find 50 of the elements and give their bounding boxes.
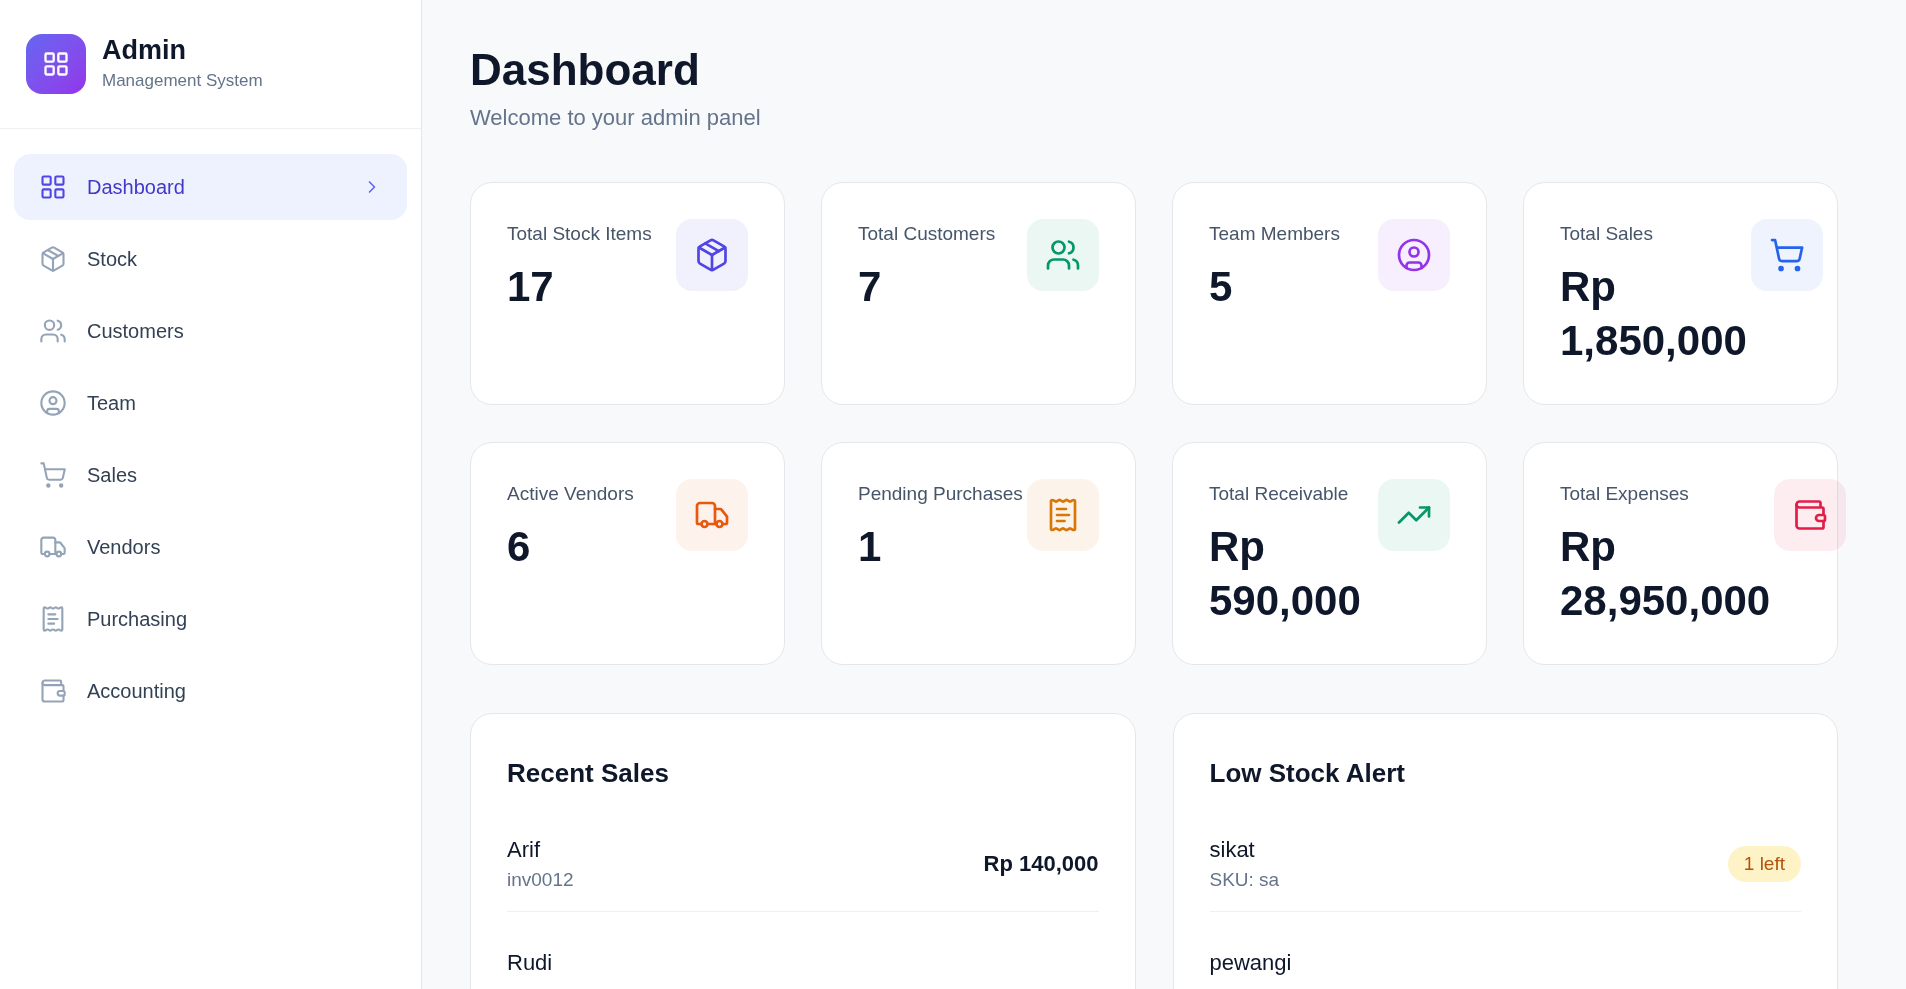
stat-value: 5 — [1209, 262, 1233, 312]
stat-value: Rp 1,850,000 — [1560, 262, 1747, 366]
product-name: pewangi — [1209, 948, 1292, 977]
stat-value: 17 — [507, 262, 554, 312]
nav-item[interactable]: Team — [14, 370, 407, 436]
nav-item[interactable]: Stock — [14, 226, 407, 292]
brand-title: Admin — [102, 34, 187, 68]
page-subtitle: Welcome to your admin panel — [470, 104, 762, 132]
product-name: sikat — [1209, 836, 1256, 864]
stat-label: Pending Purchases — [858, 482, 1023, 506]
stat-label: Total Customers — [858, 222, 996, 246]
user-circle-icon — [1396, 237, 1432, 273]
nav-item[interactable]: Customers — [14, 298, 407, 364]
nav-item[interactable]: Purchasing — [14, 586, 407, 652]
stat-label: Total Sales — [1560, 222, 1654, 246]
stat-label: Total Expenses — [1560, 482, 1690, 506]
stock-badge: 1 left — [1727, 845, 1801, 882]
grid-icon — [39, 173, 67, 201]
stat-value: Rp 590,000 — [1209, 522, 1361, 626]
stat-value: 6 — [507, 522, 531, 572]
customer-name: Rudi — [507, 948, 553, 977]
wallet-icon — [39, 677, 67, 705]
stat-label: Team Members — [1209, 222, 1340, 246]
nav-item[interactable]: Vendors — [14, 514, 407, 580]
stat-value: 7 — [858, 262, 882, 312]
stat-value: Rp 28,950,000 — [1560, 522, 1771, 626]
nav-item[interactable]: Sales — [14, 442, 407, 508]
card-title: Low Stock Alert — [1209, 757, 1406, 790]
stat-value: 1 — [858, 522, 882, 572]
wallet-icon — [1792, 497, 1829, 533]
cart-icon — [39, 461, 67, 489]
stat-label: Total Stock Items — [507, 222, 652, 246]
brand-subtitle: Management System — [102, 70, 263, 93]
box-icon — [694, 237, 730, 273]
users-icon — [39, 317, 67, 345]
nav-item[interactable]: Accounting — [14, 658, 407, 724]
box-icon — [39, 245, 67, 273]
users-icon — [1045, 237, 1081, 273]
user-circle-icon — [39, 389, 67, 417]
stat-label: Active Vendors — [507, 482, 634, 506]
invoice-number: inv0012 — [507, 868, 574, 892]
page-title: Dashboard — [470, 44, 701, 96]
card-title: Recent Sales — [507, 757, 670, 790]
sale-amount: Rp 140,000 — [983, 850, 1099, 879]
stat-label: Total Receivable — [1209, 482, 1350, 506]
nav-item[interactable]: Dashboard — [14, 154, 407, 220]
product-sku: SKU: sa — [1209, 868, 1280, 892]
cart-icon — [1768, 237, 1805, 273]
customer-name: Arif — [507, 836, 541, 864]
grid-icon — [42, 50, 70, 78]
